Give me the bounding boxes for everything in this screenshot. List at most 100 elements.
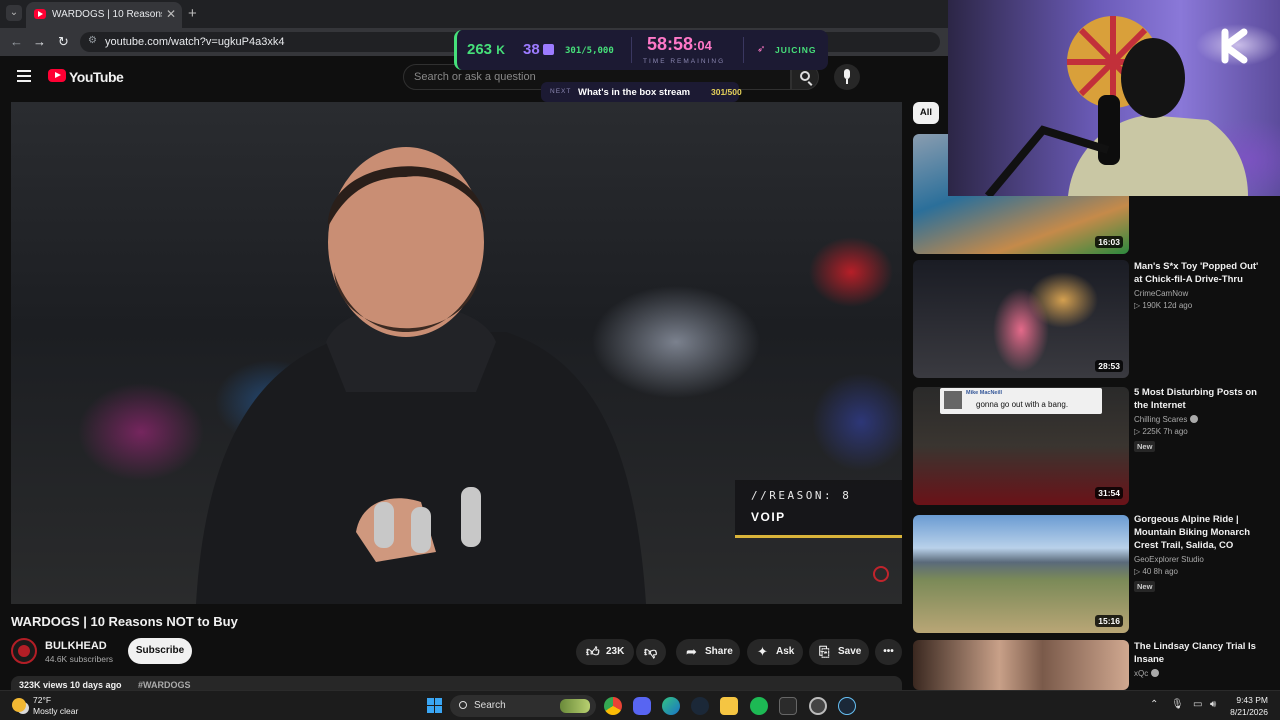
steam-client-icon[interactable]: [838, 697, 856, 715]
youtube-favicon-icon: [34, 9, 46, 19]
suggested-video-thumbnail[interactable]: 28:53: [913, 260, 1129, 378]
tab-title: WARDOGS | 10 Reasons NOT to Buy: [52, 9, 162, 20]
verified-icon: [1190, 415, 1199, 423]
suggested-video-meta[interactable]: Gorgeous Alpine Ride | Mountain Biking M…: [1134, 513, 1264, 594]
hashtag-link[interactable]: #WARDOGS: [138, 680, 191, 690]
verified-icon: [1151, 669, 1160, 677]
suggested-video-title[interactable]: The Lindsay Clancy Trial Is Insane: [1134, 640, 1264, 666]
stream-stats-overlay: 263 K 38 301/5,000 58:58:04 TIME REMAINI…: [454, 30, 828, 70]
more-actions-icon[interactable]: •••: [875, 639, 902, 665]
subscriber-count: 44.6K subscribers: [45, 654, 114, 664]
thumbnail-post-caption: Mike MacNeill gonna go out with a bang.: [940, 388, 1102, 414]
post-avatar: [944, 391, 962, 409]
suggested-video-thumbnail[interactable]: 15:16: [913, 515, 1129, 633]
weather-temperature[interactable]: 72°F: [33, 695, 51, 705]
youtube-logo-text[interactable]: YouTube: [69, 69, 124, 85]
tab-close-icon[interactable]: ✕: [166, 7, 176, 21]
steam-icon[interactable]: [691, 697, 709, 715]
obs-icon[interactable]: [809, 697, 827, 715]
back-arrow-icon[interactable]: ←: [10, 34, 23, 49]
youtube-logo-icon[interactable]: [48, 69, 66, 82]
reload-icon[interactable]: ↻: [58, 34, 69, 50]
edge-icon[interactable]: [662, 697, 680, 715]
suggested-video-stats: ▷ 40 8h ago: [1134, 567, 1178, 576]
dislike-button[interactable]: 👎︎: [636, 639, 666, 665]
weather-moon-icon[interactable]: [12, 698, 26, 712]
voice-search-mic-icon[interactable]: [834, 64, 860, 90]
share-button[interactable]: ➦ Share: [676, 639, 740, 665]
new-tab-button[interactable]: +: [188, 5, 197, 22]
bookmark-icon: ⎘: [819, 644, 830, 659]
reason-title: VOIP: [751, 510, 786, 524]
stream-next-bar: NEXT What's in the box stream 301/500: [541, 82, 742, 102]
terminal-icon[interactable]: [779, 697, 797, 715]
filter-chip-all[interactable]: All: [913, 102, 939, 124]
suggested-video-meta[interactable]: The Lindsay Clancy Trial Is Insane xQc: [1134, 640, 1264, 678]
next-label: NEXT: [550, 88, 572, 95]
network-icon[interactable]: ▭: [1193, 699, 1202, 710]
taskbar-search-label: Search: [474, 700, 506, 711]
taskbar-clock[interactable]: 9:43 PM 8/21/2026: [1230, 695, 1268, 719]
suggested-video-title[interactable]: Gorgeous Alpine Ride | Mountain Biking M…: [1134, 513, 1264, 552]
like-count: 23K: [606, 646, 625, 657]
share-arrow-icon: ➦: [686, 644, 697, 659]
search-icon: [800, 71, 810, 81]
video-duration: 28:53: [1095, 360, 1123, 372]
view-count-date: 323K views 10 days ago: [19, 680, 122, 690]
overlay-timer: 58:58:04: [647, 34, 712, 54]
suggested-video-meta[interactable]: Man's S*x Toy 'Popped Out' at Chick-fil-…: [1134, 260, 1264, 310]
tab-search-button[interactable]: ⌄: [6, 5, 22, 21]
overlay-divider: [631, 37, 632, 63]
like-button[interactable]: 👍︎ 23K: [576, 639, 634, 665]
post-text: gonna go out with a bang.: [976, 400, 1069, 409]
search-placeholder: Search or ask a question: [414, 71, 536, 83]
video-duration: 31:54: [1095, 487, 1123, 499]
ask-label: Ask: [776, 646, 795, 657]
description-box[interactable]: 323K views 10 days ago #WARDOGS: [11, 676, 902, 690]
channel-watermark-icon[interactable]: [873, 566, 889, 582]
suggested-video-thumbnail[interactable]: [913, 640, 1129, 690]
suggested-video-thumbnail[interactable]: Mike MacNeill gonna go out with a bang. …: [913, 387, 1129, 505]
suggested-video-title[interactable]: Man's S*x Toy 'Popped Out' at Chick-fil-…: [1134, 260, 1264, 286]
menu-icon[interactable]: [17, 70, 31, 82]
overlay-status: JUICING: [775, 45, 817, 55]
start-windows-icon[interactable]: [427, 698, 442, 713]
rocket-icon: ➶: [757, 44, 766, 55]
tray-chevron-icon[interactable]: ⌃: [1150, 699, 1158, 710]
address-url: youtube.com/watch?v=ugkuP4a3xk4: [105, 36, 285, 48]
chrome-icon[interactable]: [604, 697, 622, 715]
spotify-icon[interactable]: [750, 697, 768, 715]
weather-description[interactable]: Mostly clear: [33, 706, 78, 716]
file-explorer-icon[interactable]: [720, 697, 738, 715]
suggested-video-channel[interactable]: Chilling Scares: [1134, 415, 1264, 424]
next-title: What's in the box stream: [578, 87, 691, 98]
volume-icon[interactable]: 🔊︎: [1210, 699, 1216, 710]
channel-avatar[interactable]: [11, 638, 37, 664]
sparkle-icon: ✦: [757, 644, 768, 659]
reason-lower-third: //REASON: 8 VOIP: [735, 480, 902, 538]
discord-icon[interactable]: [633, 697, 651, 715]
suggested-video-channel[interactable]: GeoExplorer Studio: [1134, 555, 1264, 564]
site-info-icon[interactable]: ⚙: [88, 35, 97, 46]
thumbs-down-icon: 👎︎: [644, 644, 658, 659]
save-label: Save: [838, 646, 862, 657]
video-player[interactable]: //REASON: 8 VOIP: [11, 102, 902, 604]
browser-tab-active[interactable]: WARDOGS | 10 Reasons NOT to Buy ✕: [26, 2, 182, 28]
microphone-icon[interactable]: 🎙︎: [1171, 699, 1184, 710]
post-author: Mike MacNeill: [966, 390, 1003, 396]
ask-button[interactable]: ✦ Ask: [747, 639, 803, 665]
taskbar-search[interactable]: Search: [450, 695, 596, 717]
suggested-video-meta[interactable]: 5 Most Disturbing Posts on the Internet …: [1134, 386, 1264, 454]
suggested-video-stats: ▷ 225K 7h ago: [1134, 427, 1188, 436]
suggested-video-channel[interactable]: xQc: [1134, 669, 1264, 678]
thumbs-up-icon: 👍︎: [586, 644, 600, 659]
webcam-scene: [984, 16, 1248, 196]
suggested-video-channel[interactable]: CrimeCamNow: [1134, 289, 1264, 298]
share-label: Share: [705, 646, 733, 657]
streamer-webcam: [948, 0, 1280, 196]
channel-name[interactable]: BULKHEAD: [45, 640, 107, 652]
subscribe-button[interactable]: Subscribe: [128, 638, 192, 664]
forward-arrow-icon[interactable]: →: [33, 34, 46, 49]
save-button[interactable]: ⎘ Save: [809, 639, 869, 665]
suggested-video-title[interactable]: 5 Most Disturbing Posts on the Internet: [1134, 386, 1264, 412]
